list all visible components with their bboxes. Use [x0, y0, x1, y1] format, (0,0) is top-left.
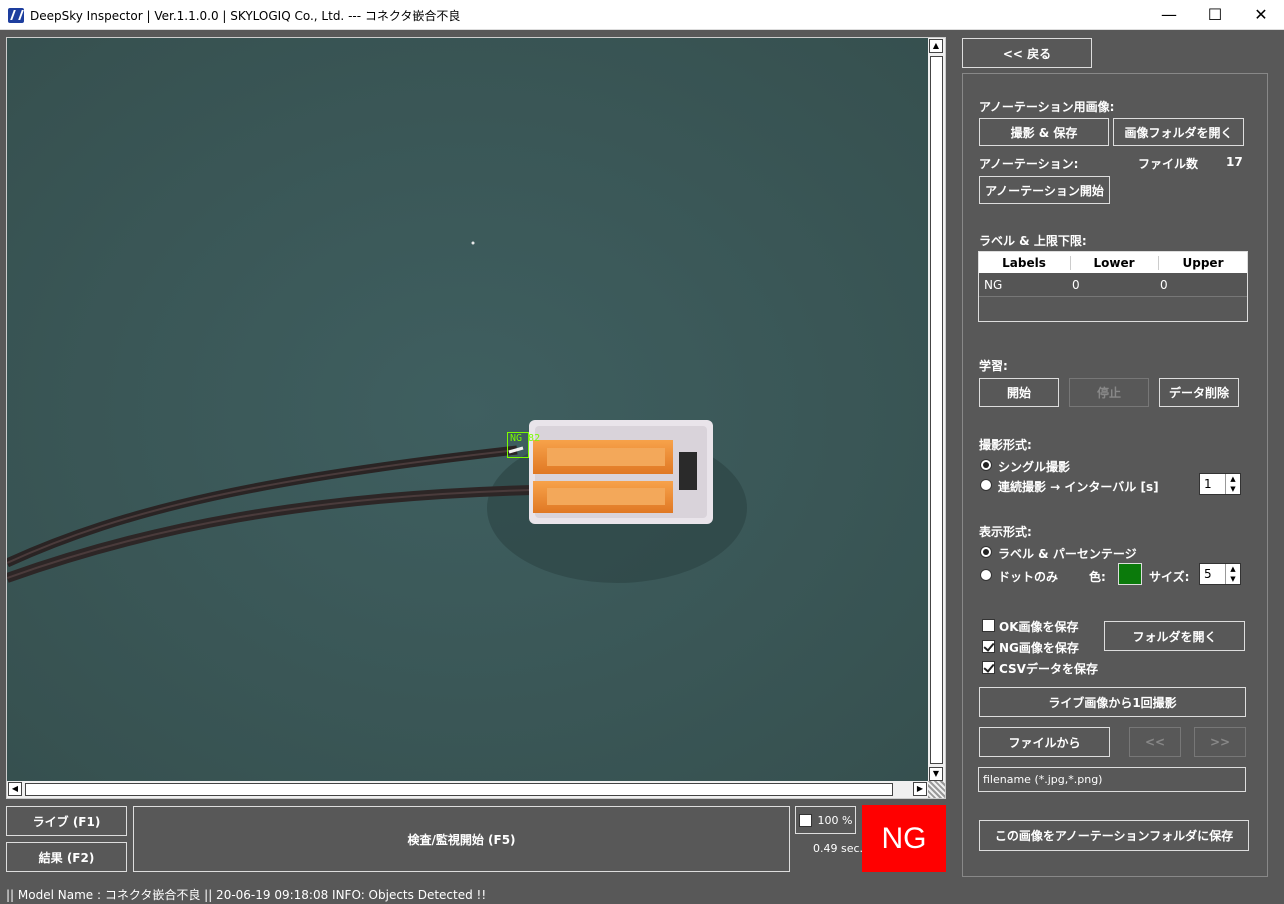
capture-save-button[interactable]: 撮影 & 保存: [979, 118, 1109, 146]
dot-color-swatch[interactable]: [1118, 563, 1142, 585]
learn-stop-button[interactable]: 停止: [1069, 378, 1149, 407]
vertical-scroll-thumb[interactable]: [930, 56, 943, 764]
continuous-capture-radio[interactable]: [980, 479, 992, 491]
label-percent-radio[interactable]: [980, 546, 992, 558]
decrement-icon[interactable]: ▼: [1226, 484, 1240, 494]
capture-mode-label: 撮影形式:: [979, 438, 1032, 452]
open-folder-button[interactable]: フォルダを開く: [1104, 621, 1245, 651]
live-button[interactable]: ライブ (F1): [6, 806, 127, 836]
detection-label: NG 82: [510, 433, 541, 444]
save-ok-checkbox[interactable]: [982, 619, 995, 632]
save-ng-label: NG画像を保存: [999, 641, 1079, 655]
header-labels: Labels: [1002, 256, 1046, 270]
from-file-button[interactable]: ファイルから: [979, 727, 1110, 757]
app-logo-icon: [8, 8, 24, 23]
status-bar: || Model Name : コネクタ嵌合不良 || 20-06-19 09:…: [0, 880, 1284, 904]
table-row[interactable]: NG 0 0: [979, 273, 1247, 297]
scroll-left-icon[interactable]: ◀: [8, 782, 22, 796]
file-count-label: ファイル数: [1138, 157, 1199, 171]
increment-icon[interactable]: ▲: [1226, 474, 1240, 484]
save-csv-label: CSVデータを保存: [999, 662, 1098, 676]
filename-field[interactable]: filename (*.jpg,*.png): [978, 767, 1246, 792]
single-capture-radio[interactable]: [980, 459, 992, 471]
capture-once-button[interactable]: ライブ画像から1回撮影: [979, 687, 1246, 717]
cell-lower[interactable]: 0: [1072, 278, 1080, 292]
cell-upper[interactable]: 0: [1160, 278, 1168, 292]
learn-start-button[interactable]: 開始: [979, 378, 1059, 407]
size-stepper[interactable]: 5 ▲ ▼: [1199, 563, 1241, 585]
resize-grip-icon: [928, 781, 945, 798]
labels-table-header: Labels Lower Upper: [979, 252, 1247, 273]
learn-delete-button[interactable]: データ削除: [1159, 378, 1239, 407]
header-upper: Upper: [1158, 256, 1247, 270]
scroll-right-icon[interactable]: ▶: [913, 782, 927, 796]
cell-label[interactable]: NG: [984, 278, 1002, 292]
save-to-annotation-button[interactable]: この画像をアノーテーションフォルダに保存: [979, 820, 1249, 851]
zoom-toggle[interactable]: 100 %: [795, 806, 856, 834]
image-viewer: NG 82 ▲ ▼ ◀ ▶: [6, 37, 946, 799]
inspect-start-button[interactable]: 検査/監視開始 (F5): [133, 806, 790, 872]
scroll-down-icon[interactable]: ▼: [929, 767, 943, 781]
color-label: 色:: [1089, 570, 1106, 584]
annotation-images-label: アノーテーション用画像:: [979, 100, 1115, 114]
save-ng-checkbox[interactable]: [982, 640, 995, 653]
dots-only-radio[interactable]: [980, 569, 992, 581]
minimize-button[interactable]: —: [1146, 0, 1192, 30]
decrement-icon[interactable]: ▼: [1226, 574, 1240, 584]
maximize-button[interactable]: ☐: [1192, 0, 1238, 30]
horizontal-scroll-thumb[interactable]: [25, 783, 893, 796]
camera-image: NG 82: [7, 38, 929, 783]
zoom-checkbox[interactable]: [798, 813, 812, 827]
save-csv-checkbox[interactable]: [982, 661, 995, 674]
connector-photo: [7, 38, 929, 783]
title-bar: DeepSky Inspector | Ver.1.1.0.0 | SKYLOG…: [0, 0, 1284, 30]
open-image-folder-button[interactable]: 画像フォルダを開く: [1113, 118, 1244, 146]
single-capture-label: シングル撮影: [998, 460, 1071, 474]
continuous-capture-label: 連続撮影 → インターバル [s]: [998, 480, 1159, 494]
back-button[interactable]: << 戻る: [962, 38, 1092, 68]
interval-stepper[interactable]: 1 ▲ ▼: [1199, 473, 1241, 495]
dots-only-label: ドットのみ: [998, 570, 1059, 584]
save-ok-label: OK画像を保存: [999, 620, 1079, 634]
size-value[interactable]: 5: [1204, 567, 1212, 581]
display-mode-label: 表示形式:: [979, 525, 1032, 539]
label-percent-label: ラベル & パーセンテージ: [998, 547, 1137, 561]
increment-icon[interactable]: ▲: [1226, 564, 1240, 574]
horizontal-scrollbar[interactable]: ◀ ▶: [7, 781, 929, 798]
start-annotation-button[interactable]: アノーテーション開始: [979, 176, 1110, 204]
prev-image-button[interactable]: <<: [1129, 727, 1181, 757]
vertical-scrollbar[interactable]: ▲ ▼: [928, 38, 945, 783]
elapsed-time: 0.49 sec.: [813, 842, 864, 855]
header-lower: Lower: [1070, 256, 1157, 270]
result-button[interactable]: 結果 (F2): [6, 842, 127, 872]
zoom-label: 100 %: [817, 813, 853, 827]
file-count-value: 17: [1226, 155, 1243, 169]
size-label: サイズ:: [1149, 570, 1190, 584]
scroll-up-icon[interactable]: ▲: [929, 39, 943, 53]
close-button[interactable]: ✕: [1238, 0, 1284, 30]
learning-label: 学習:: [979, 359, 1008, 373]
labels-limits-label: ラベル & 上限下限:: [979, 234, 1087, 248]
judgement-indicator: NG: [862, 805, 946, 872]
annotation-label: アノーテーション:: [979, 157, 1079, 171]
window-title: DeepSky Inspector | Ver.1.1.0.0 | SKYLOG…: [30, 9, 461, 23]
interval-value[interactable]: 1: [1204, 477, 1212, 491]
next-image-button[interactable]: >>: [1194, 727, 1246, 757]
labels-table[interactable]: Labels Lower Upper NG 0 0: [978, 251, 1248, 322]
